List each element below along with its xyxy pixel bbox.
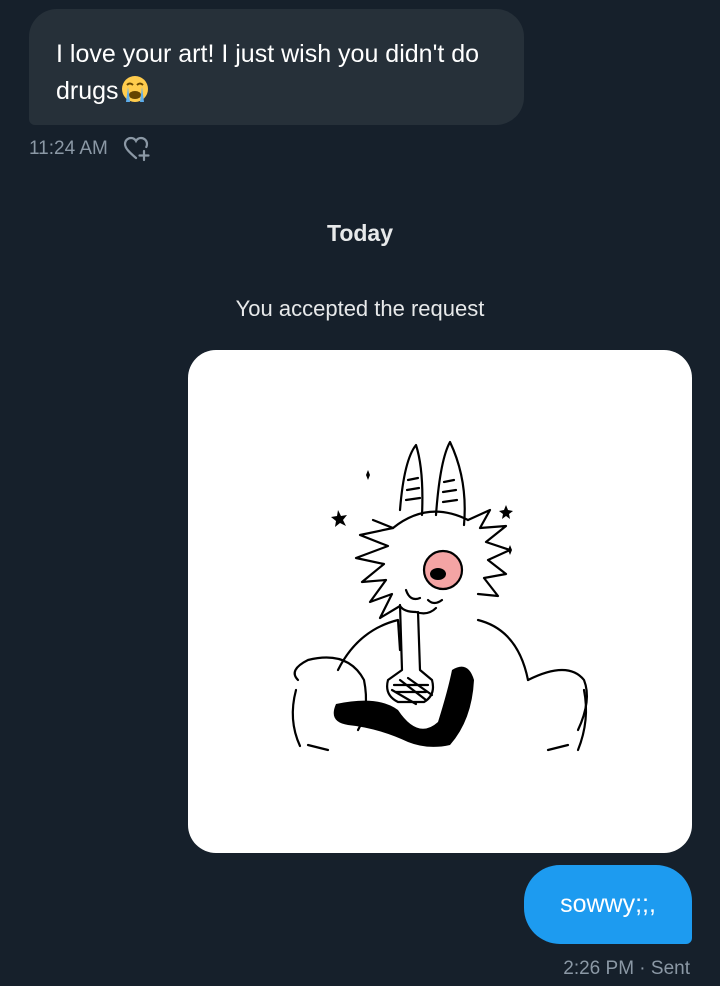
outgoing-message-status: 2:26 PM · Sent (563, 958, 690, 979)
image-message[interactable] (188, 350, 692, 853)
incoming-message-meta: 11:24 AM (29, 136, 151, 162)
loudly-crying-emoji-icon (120, 74, 150, 115)
outgoing-message-text: sowwy;;, (560, 890, 656, 918)
day-divider: Today (326, 220, 394, 246)
heart-plus-icon[interactable] (123, 136, 151, 162)
outgoing-message-bubble[interactable]: sowwy;;, (524, 865, 692, 944)
sketch-drawing-image (291, 440, 589, 752)
dm-thread: I love your art! I just wish you didn't … (0, 0, 720, 986)
incoming-message-bubble[interactable]: I love your art! I just wish you didn't … (29, 9, 524, 125)
system-message: You accepted the request (235, 296, 485, 321)
incoming-timestamp: 11:24 AM (29, 138, 108, 159)
